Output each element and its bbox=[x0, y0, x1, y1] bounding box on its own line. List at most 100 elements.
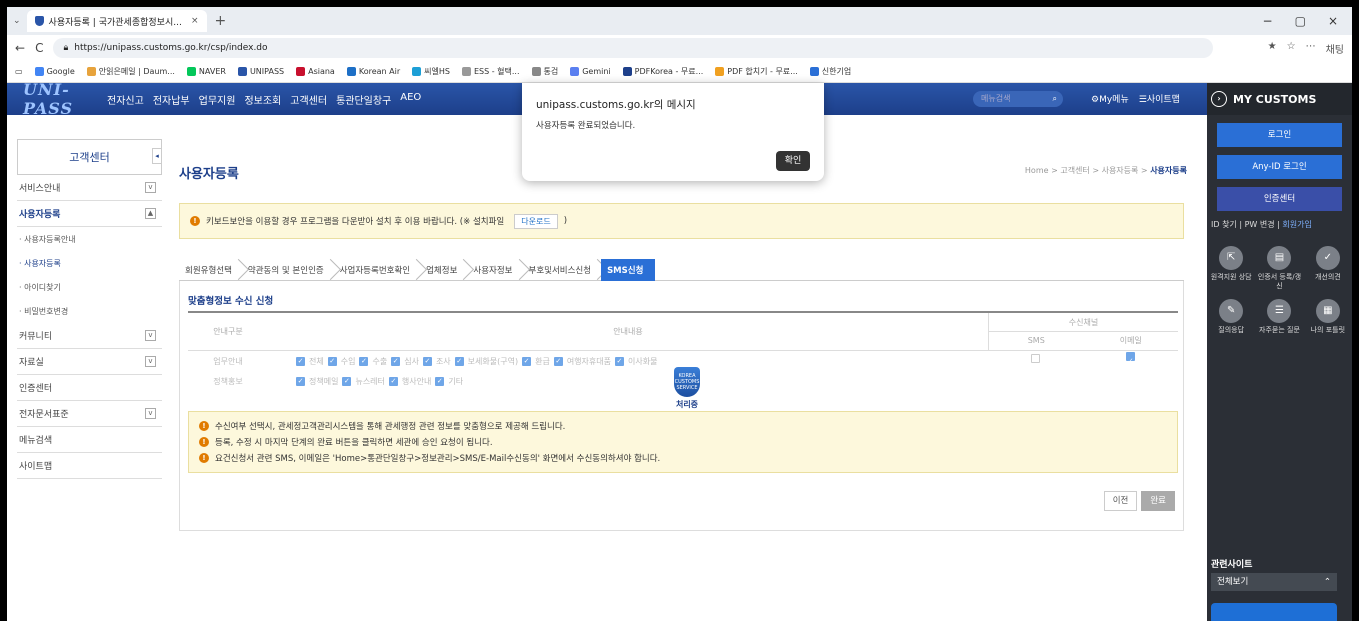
warning-icon: ! bbox=[199, 437, 209, 447]
menu-item[interactable]: 정보조회 bbox=[244, 92, 281, 107]
quick-link[interactable]: ✎ 질의응답 bbox=[1207, 299, 1255, 335]
tab-close-icon[interactable]: × bbox=[191, 16, 199, 26]
breadcrumb-customer-center[interactable]: 고객센터 bbox=[1060, 166, 1089, 175]
expand-arrow-icon[interactable]: › bbox=[1211, 91, 1227, 107]
cert-center-button[interactable]: 인증센터 bbox=[1217, 187, 1342, 211]
bookmark-item[interactable]: PDF 합치기 - 무료... bbox=[715, 66, 798, 77]
menu-search-input[interactable]: 메뉴검색 ⌕ bbox=[973, 91, 1063, 107]
minimize-button[interactable]: − bbox=[1263, 14, 1273, 28]
copilot-button[interactable]: 채팅 bbox=[1326, 41, 1344, 56]
prev-button[interactable]: 이전 bbox=[1103, 491, 1138, 511]
checkbox[interactable]: ✓ bbox=[296, 356, 305, 366]
expand-icon[interactable]: v bbox=[145, 408, 156, 419]
back-icon[interactable]: ← bbox=[15, 41, 25, 55]
quick-link[interactable]: ⇱ 원격지원 상담 bbox=[1207, 246, 1255, 291]
bookmark-item[interactable]: 통검 bbox=[531, 66, 558, 77]
bookmark-item[interactable]: UNIPASS bbox=[237, 67, 284, 76]
step-item: 약관동의 및 본인인증 bbox=[242, 259, 334, 281]
sms-checkbox[interactable] bbox=[1031, 354, 1040, 363]
checkbox[interactable]: ✓ bbox=[296, 376, 305, 386]
bookmark-item[interactable]: 신한기업 bbox=[809, 66, 851, 77]
join-link[interactable]: 회원가입 bbox=[1282, 220, 1311, 229]
bookmark-item[interactable]: NAVER bbox=[186, 67, 226, 76]
checkbox[interactable]: ✓ bbox=[327, 356, 337, 366]
sitemap-button[interactable]: ☰사이트맵 bbox=[1139, 92, 1180, 105]
email-checkbox[interactable]: ✓ bbox=[1126, 352, 1135, 365]
tab-actions-icon[interactable]: ⌄ bbox=[13, 16, 21, 26]
sidebar-item[interactable]: 인증센터 bbox=[17, 375, 162, 401]
sidebar-subitem[interactable]: · 사용자등록안내 bbox=[17, 227, 162, 251]
breadcrumb-home[interactable]: Home bbox=[1025, 166, 1049, 175]
banner[interactable] bbox=[1211, 603, 1337, 621]
checkbox[interactable]: ✓ bbox=[454, 356, 464, 366]
bookmark-item[interactable]: Gemini bbox=[570, 67, 611, 76]
quick-link[interactable]: ▤ 인증서 등록/갱신 bbox=[1255, 246, 1303, 291]
quick-link[interactable]: ☰ 자주묻는 질문 bbox=[1255, 299, 1303, 335]
bookmark-item[interactable]: PDFKorea - 무료... bbox=[622, 66, 703, 77]
checkbox[interactable]: ✓ bbox=[422, 356, 432, 366]
confirm-button[interactable]: 확인 bbox=[776, 151, 810, 171]
bookmark-item[interactable]: 씨엘HS bbox=[412, 66, 450, 77]
login-button[interactable]: 로그인 bbox=[1217, 123, 1342, 147]
menu-item[interactable]: 업무지원 bbox=[199, 92, 236, 107]
quick-icons: ⇱ 원격지원 상담 ▤ 인증서 등록/갱신 ✓ 개선의견 ✎ 질의응답 ☰ 자주묻는 질문 ▦ 나의 … bbox=[1207, 246, 1352, 335]
checkbox[interactable]: ✓ bbox=[614, 356, 624, 366]
bookmark-item[interactable]: Google bbox=[34, 67, 75, 76]
close-window-button[interactable]: × bbox=[1328, 14, 1338, 28]
sidebar-item[interactable]: 서비스안내 v bbox=[17, 175, 162, 201]
done-button[interactable]: 완료 bbox=[1141, 491, 1175, 511]
checkbox[interactable]: ✓ bbox=[553, 356, 563, 366]
my-menu-button[interactable]: ⚙My메뉴 bbox=[1091, 92, 1129, 105]
checkbox[interactable]: ✓ bbox=[359, 356, 369, 366]
more-icon[interactable]: ⋯ bbox=[1306, 41, 1316, 56]
unipass-logo[interactable]: UNI-PASS bbox=[7, 80, 107, 118]
maximize-button[interactable]: ▢ bbox=[1295, 14, 1306, 28]
sidebar-item[interactable]: 메뉴검색 bbox=[17, 427, 162, 453]
anyid-login-button[interactable]: Any-ID 로그인 bbox=[1217, 155, 1342, 179]
row-type: 업무안내 bbox=[213, 356, 243, 366]
sidebar-collapse-button[interactable]: ◂ bbox=[152, 148, 162, 164]
sidebar-subitem[interactable]: · 비밀번호변경 bbox=[17, 299, 162, 323]
sidebar-subitem[interactable]: · 아이디찾기 bbox=[17, 275, 162, 299]
id-find-link[interactable]: ID 찾기 bbox=[1211, 220, 1237, 229]
quick-link[interactable]: ▦ 나의 포틀릿 bbox=[1304, 299, 1352, 335]
sidebar-subitem[interactable]: · 사용자등록 bbox=[17, 251, 162, 275]
expand-icon[interactable]: v bbox=[145, 330, 156, 341]
quick-link[interactable]: ✓ 개선의견 bbox=[1304, 246, 1352, 291]
menu-item[interactable]: 전자신고 bbox=[107, 92, 144, 107]
menu-item[interactable]: 통관단일창구 bbox=[336, 92, 391, 107]
expand-icon[interactable]: v bbox=[145, 182, 156, 193]
menu-item[interactable]: 고객센터 bbox=[290, 92, 327, 107]
checkbox[interactable]: ✓ bbox=[435, 376, 445, 386]
checkbox[interactable]: ✓ bbox=[522, 356, 532, 366]
address-bar[interactable]: 🔒︎ https://unipass.customs.go.kr/csp/ind… bbox=[53, 38, 1214, 58]
refresh-icon[interactable]: C bbox=[35, 41, 43, 55]
bookmark-item[interactable]: Korean Air bbox=[346, 67, 400, 76]
star-icon[interactable]: ★ bbox=[1268, 41, 1277, 56]
new-tab-button[interactable]: + bbox=[215, 13, 227, 29]
sidebar-item[interactable]: 자료실 v bbox=[17, 349, 162, 375]
sidebar-item[interactable]: 사용자등록 ▲ bbox=[17, 201, 162, 227]
checkbox[interactable]: ✓ bbox=[391, 356, 401, 366]
bookmark-favicon-icon bbox=[622, 67, 632, 76]
related-sites-select[interactable]: 전체보기 ⌃ bbox=[1211, 573, 1337, 591]
checkbox[interactable]: ✓ bbox=[342, 376, 352, 386]
expand-icon[interactable]: v bbox=[145, 356, 156, 367]
menu-item[interactable]: AEO bbox=[400, 92, 421, 107]
apps-icon[interactable]: ▭ bbox=[15, 67, 23, 76]
expand-icon[interactable]: ▲ bbox=[145, 208, 156, 219]
checkbox[interactable]: ✓ bbox=[388, 376, 398, 386]
favorites-icon[interactable]: ☆ bbox=[1287, 41, 1296, 56]
bookmark-item[interactable]: Asiana bbox=[296, 67, 335, 76]
sidebar-item[interactable]: 사이트맵 bbox=[17, 453, 162, 479]
bookmark-item[interactable]: ESS - 혈택... bbox=[461, 66, 520, 77]
browser-tab[interactable]: 사용자등록 | 국가관세종합정보시... × bbox=[26, 10, 207, 32]
search-icon[interactable]: ⌕ bbox=[1053, 91, 1057, 107]
sidebar-item[interactable]: 커뮤니티 v bbox=[17, 323, 162, 349]
sidebar-item[interactable]: 전자문서표준 v bbox=[17, 401, 162, 427]
pw-change-link[interactable]: PW 변경 bbox=[1245, 220, 1275, 229]
bookmark-item[interactable]: 안읽은메일 | Daum... bbox=[86, 66, 175, 77]
download-button[interactable]: 다운로드 bbox=[514, 213, 558, 229]
breadcrumb-user-registration[interactable]: 사용자등록 bbox=[1102, 166, 1139, 175]
menu-item[interactable]: 전자납부 bbox=[153, 92, 190, 107]
